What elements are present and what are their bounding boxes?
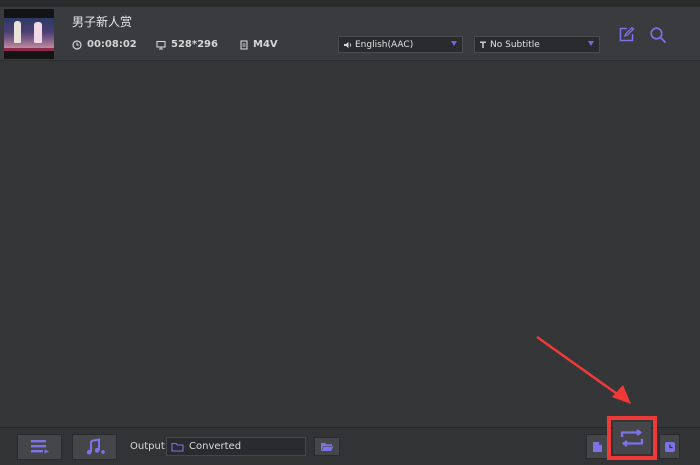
- audio-track-select[interactable]: English(AAC): [338, 36, 463, 53]
- thumbnail-stage: [4, 48, 54, 51]
- browse-output-button[interactable]: [314, 437, 340, 456]
- speaker-icon: [344, 41, 352, 48]
- convert-button-inner: [613, 422, 651, 454]
- open-folder-icon: [321, 443, 334, 451]
- thumbnail-figure: [34, 22, 42, 43]
- monitor-icon: [156, 40, 166, 50]
- duration-value: 00:08:02: [87, 39, 137, 50]
- audio-track-label: English(AAC): [355, 39, 414, 50]
- file-icon: [592, 441, 602, 452]
- window-top-strip: [0, 0, 700, 7]
- resolution-info: 528*296: [156, 39, 218, 50]
- folder-icon: [171, 442, 184, 452]
- chevron-down-icon: [588, 41, 594, 46]
- thumbnail-scene: [4, 18, 54, 48]
- resolution-value: 528*296: [171, 39, 218, 50]
- file-format-icon: [240, 39, 248, 50]
- text-t-icon: [480, 41, 486, 48]
- annotation-arrow: [536, 335, 631, 404]
- thumbnail-figure: [14, 21, 21, 43]
- subtitle-label: No Subtitle: [490, 39, 540, 50]
- convert-button[interactable]: [607, 416, 657, 460]
- format-value: M4V: [253, 39, 278, 50]
- add-music-button[interactable]: [72, 434, 117, 460]
- edit-icon[interactable]: [618, 26, 635, 43]
- output-folder-value: Converted: [189, 441, 242, 452]
- add-files-button[interactable]: [17, 434, 62, 460]
- subtitle-select[interactable]: No Subtitle: [474, 36, 600, 53]
- search-icon[interactable]: [649, 26, 667, 44]
- clock-icon: [72, 39, 82, 50]
- add-music-icon: [86, 438, 105, 455]
- convert-icon: [620, 429, 644, 447]
- file-title: 男子新人赏: [72, 15, 133, 29]
- output-folder-field[interactable]: Converted: [166, 437, 306, 456]
- clock-file-icon: [664, 441, 675, 452]
- output-label: Output:: [130, 441, 169, 452]
- chevron-down-icon: [451, 41, 457, 46]
- file-options-button[interactable]: [586, 434, 608, 459]
- schedule-button[interactable]: [659, 434, 680, 459]
- duration-info: 00:08:02: [72, 39, 137, 50]
- video-thumbnail[interactable]: [4, 9, 54, 59]
- add-files-icon: [30, 440, 49, 454]
- format-info: M4V: [240, 39, 278, 50]
